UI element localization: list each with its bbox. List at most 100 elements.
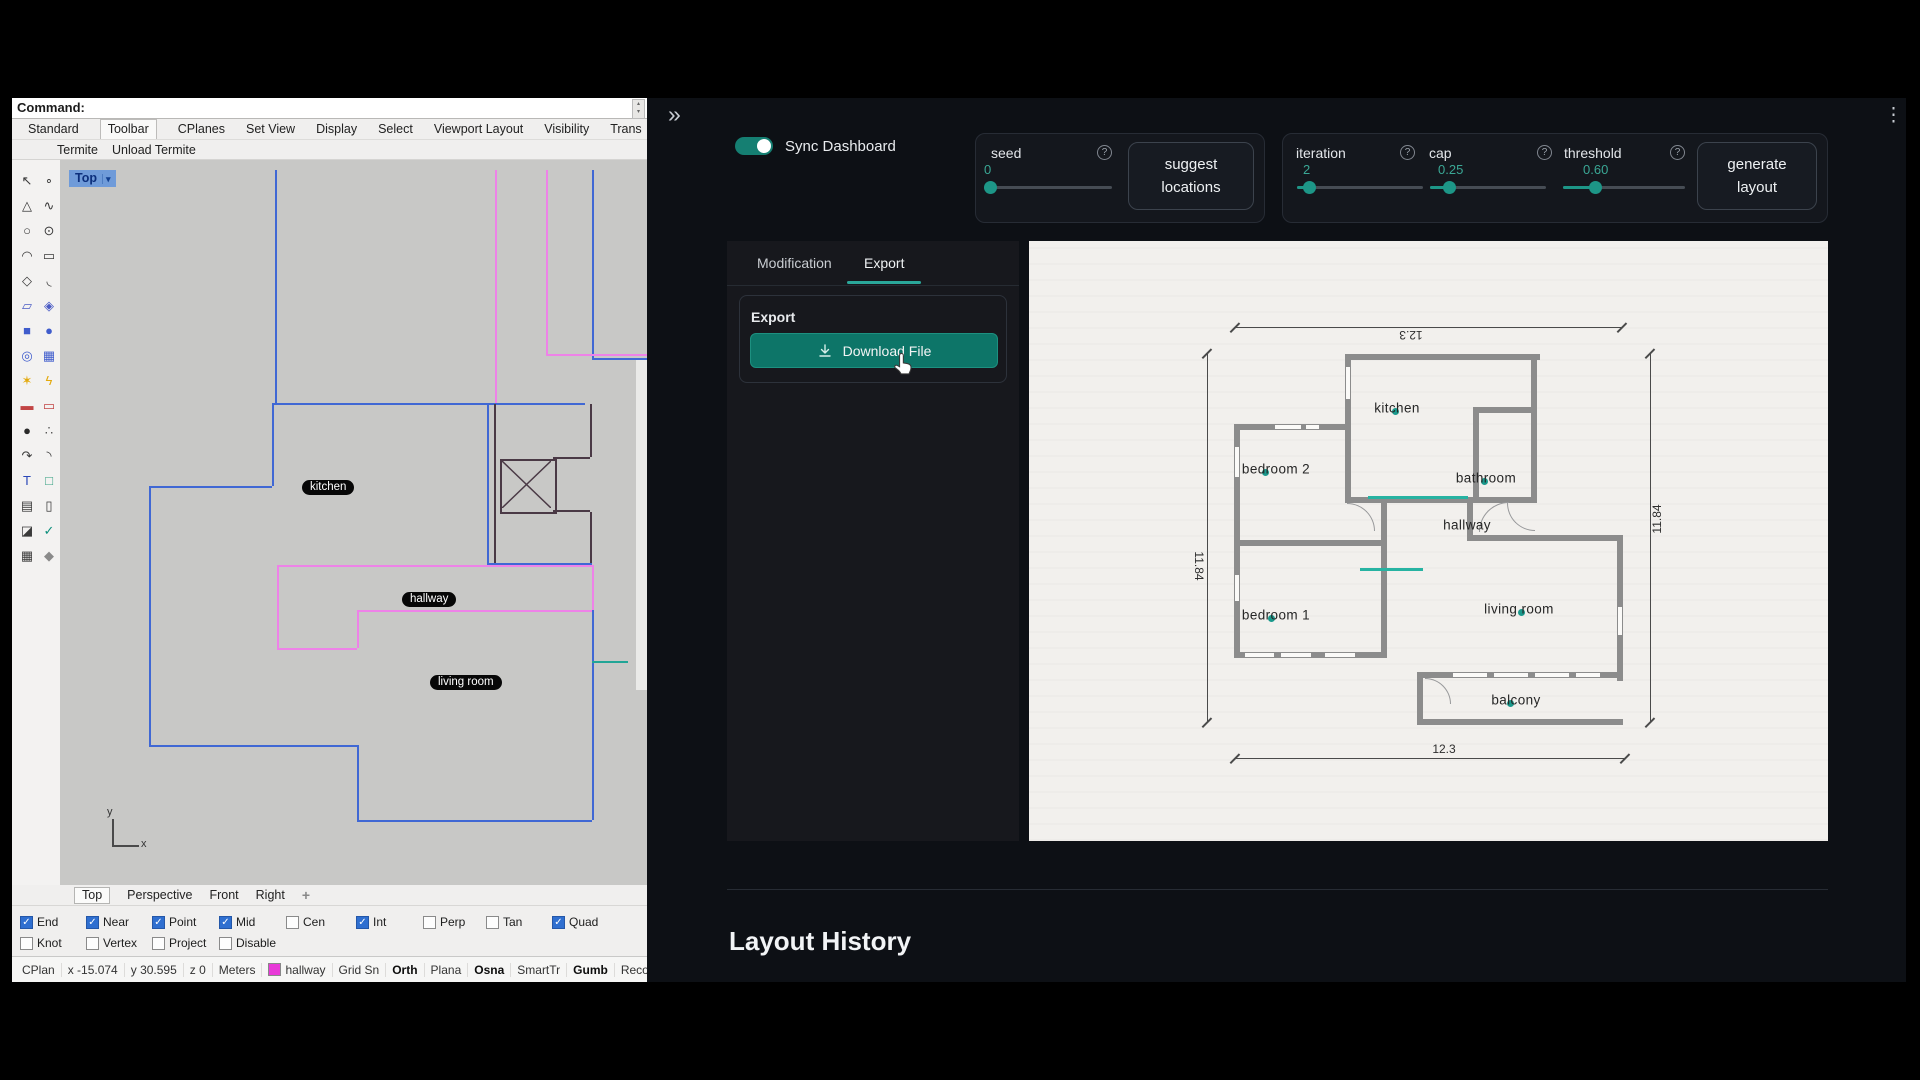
check-icon[interactable]: ✓ [38,518,60,543]
grid-icon[interactable]: ▤ [16,493,38,518]
surface-icon[interactable]: ▱ [16,293,38,318]
seed-help-icon[interactable]: ? [1097,145,1112,160]
cap-slider[interactable] [1430,186,1546,189]
osnap-checkbox-mid[interactable]: ✓ [219,916,232,929]
osnap-checkbox-point[interactable]: ✓ [152,916,165,929]
arc-icon[interactable]: ◠ [16,243,38,268]
points-group-icon[interactable]: ∴ [38,418,60,443]
osnap-checkbox-near[interactable]: ✓ [86,916,99,929]
status-osna[interactable]: Osna [468,963,511,977]
sync-dashboard-toggle[interactable] [735,137,773,155]
osnap-checkbox-quad[interactable]: ✓ [552,916,565,929]
osnap-checkbox-vertex[interactable] [86,937,99,950]
node-icon[interactable]: □ [38,468,60,493]
osnap-checkbox-int[interactable]: ✓ [356,916,369,929]
hatch-icon[interactable]: ◪ [16,518,38,543]
command-bar[interactable]: Command: ▴ ▾ [12,98,647,119]
threshold-slider[interactable] [1563,186,1685,189]
plugin-tab-unload-termite[interactable]: Unload Termite [112,143,196,157]
cap-slider-knob[interactable] [1443,181,1456,194]
status-grid-sn[interactable]: Grid Sn [333,963,387,977]
explode-icon[interactable]: ✶ [16,368,38,393]
menu-tab-toolbar[interactable]: Toolbar [100,119,157,139]
polygon-icon[interactable]: ◇ [16,268,38,293]
cylinder-icon[interactable]: ▬ [16,393,38,418]
status-plana[interactable]: Plana [425,963,469,977]
iteration-slider[interactable] [1297,186,1423,189]
generate-layout-button[interactable]: generate layout [1697,142,1817,210]
osnap-checkbox-knot[interactable] [20,937,33,950]
viewport-menu-arrow-icon[interactable]: ▾ [102,174,111,184]
status-meters[interactable]: Meters [213,963,263,977]
osnap-checkbox-disable[interactable] [219,937,232,950]
menu-tab-cplanes[interactable]: CPlanes [178,122,225,136]
panel-icon[interactable]: ▯ [38,493,60,518]
status-smarttr[interactable]: SmartTr [511,963,567,977]
iteration-slider-knob[interactable] [1303,181,1316,194]
rectangle-icon[interactable]: ▭ [38,243,60,268]
collapse-panel-icon[interactable]: » [668,101,681,128]
scroll-up-icon[interactable]: ▴ [637,101,640,107]
osnap-checkbox-tan[interactable] [486,916,499,929]
status-hallway[interactable]: hallway [262,963,332,977]
blend-icon[interactable]: ↷ [16,443,38,468]
osnap-checkbox-cen[interactable] [286,916,299,929]
iteration-help-icon[interactable]: ? [1400,145,1415,160]
tab-export[interactable]: Export [864,255,904,271]
point-icon[interactable]: ∘ [38,168,60,193]
threshold-slider-knob[interactable] [1589,181,1602,194]
tab-modification[interactable]: Modification [757,255,832,271]
menu-tab-display[interactable]: Display [316,122,357,136]
status-orth[interactable]: Orth [386,963,424,977]
overflow-menu-icon[interactable]: ⋮ [1884,104,1903,127]
circle-icon[interactable]: ○ [16,218,38,243]
viewport-title-badge[interactable]: Top▾ [69,170,116,187]
status-gumb[interactable]: Gumb [567,963,615,977]
table-icon[interactable]: ▦ [16,543,38,568]
freeform-curve-icon[interactable]: ∿ [38,193,60,218]
spiral-icon[interactable]: ◝ [38,443,60,468]
pointer-icon[interactable]: ↖ [16,168,38,193]
status-y-30-595[interactable]: y 30.595 [125,963,184,977]
menu-tab-set-view[interactable]: Set View [246,122,295,136]
seed-slider[interactable] [984,186,1112,189]
menu-tab-viewport-layout[interactable]: Viewport Layout [434,122,523,136]
osnap-checkbox-end[interactable]: ✓ [20,916,33,929]
osnap-checkbox-perp[interactable] [423,916,436,929]
suggest-locations-button[interactable]: suggest locations [1128,142,1254,210]
spheres-icon[interactable]: ● [16,418,38,443]
view-tab-front[interactable]: Front [209,888,238,902]
plugin-tab-termite[interactable]: Termite [57,143,98,157]
view-tab-right[interactable]: Right [256,888,285,902]
menu-tab-trans[interactable]: Trans [610,122,642,136]
polyline-icon[interactable]: △ [16,193,38,218]
torus-icon[interactable]: ◎ [16,343,38,368]
cap-help-icon[interactable]: ? [1537,145,1552,160]
threshold-help-icon[interactable]: ? [1670,145,1685,160]
command-history-scrollbar[interactable]: ▴ ▾ [632,99,645,119]
bolt-icon[interactable]: ϟ [38,368,60,393]
view-tab-perspective[interactable]: Perspective [127,888,192,902]
tube-icon[interactable]: ▭ [38,393,60,418]
sphere-icon[interactable]: ● [38,318,60,343]
status-z-0[interactable]: z 0 [184,963,213,977]
seed-slider-knob[interactable] [984,181,997,194]
box-icon[interactable]: ■ [16,318,38,343]
cad-viewport[interactable]: Top▾ kitchenhallwayliving room y x [60,160,647,885]
gem-icon[interactable]: ◆ [38,543,60,568]
loft-icon[interactable]: ◈ [38,293,60,318]
menu-tab-select[interactable]: Select [378,122,413,136]
osnap-checkbox-project[interactable] [152,937,165,950]
status-x-15-074[interactable]: x -15.074 [62,963,125,977]
view-tab-top[interactable]: Top [74,887,110,904]
text-icon[interactable]: T [16,468,38,493]
helix-icon[interactable]: ◟ [38,268,60,293]
patch-icon[interactable]: ▦ [38,343,60,368]
menu-tab-visibility[interactable]: Visibility [544,122,589,136]
download-file-button[interactable]: Download File [750,333,998,368]
menu-tab-standard[interactable]: Standard [28,122,79,136]
scroll-down-icon[interactable]: ▾ [637,109,640,115]
ellipse-icon[interactable]: ⊙ [38,218,60,243]
status-cplan[interactable]: CPlan [16,963,62,977]
new-viewport-icon[interactable]: + [302,887,310,903]
